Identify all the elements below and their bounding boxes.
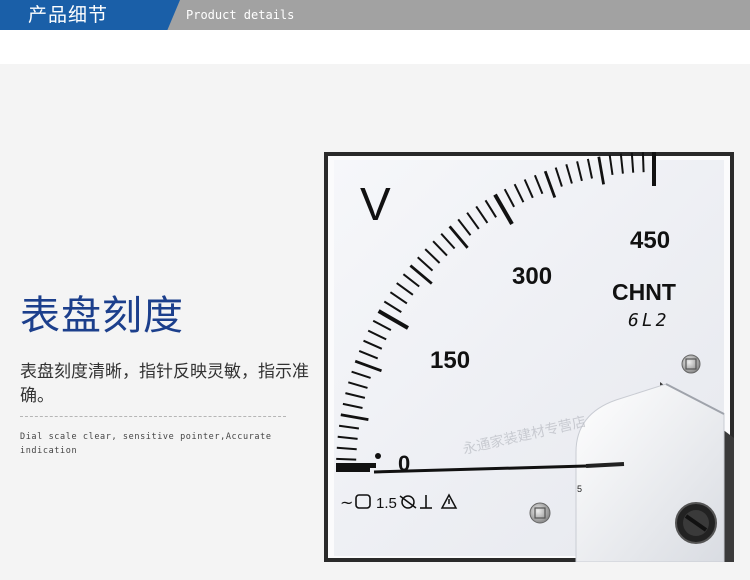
zero-mark xyxy=(336,463,376,468)
header-title-cn: 产品细节 xyxy=(28,4,109,26)
accuracy-class: 1.5 xyxy=(376,495,397,512)
screw-lower xyxy=(529,502,551,524)
divider xyxy=(20,416,286,417)
feature-description-cn: 表盘刻度清晰，指针反映灵敏，指示准确。 xyxy=(20,362,309,406)
voltmeter-svg: V 0 150 300 450 CHNT 6L2 5 ~ 1.5 永通家装建材专… xyxy=(324,152,734,562)
voltmeter-photo: V 0 150 300 450 CHNT 6L2 5 ~ 1.5 永通家装建材专… xyxy=(324,152,734,562)
feature-title: 表盘刻度 xyxy=(20,293,184,339)
scale-minor-tick xyxy=(630,152,635,173)
header-title-en: Product details xyxy=(186,8,295,22)
header-strip xyxy=(0,30,750,64)
screw-upper xyxy=(681,354,701,374)
unit-label: V xyxy=(360,178,391,230)
zero-dot xyxy=(375,453,381,459)
brand-logo: CHNT xyxy=(612,279,676,305)
zero-adjust-knob xyxy=(675,502,717,544)
ac-symbol: ~ xyxy=(340,493,353,512)
section-header: 产品细节 Product details xyxy=(0,0,750,30)
scale-label-300: 300 xyxy=(512,263,552,290)
scale-minor-tick xyxy=(336,446,357,451)
scale-minor-tick xyxy=(336,457,357,461)
feature-description-en: Dial scale clear, sensitive pointer,Accu… xyxy=(20,432,272,456)
small-mark-5: 5 xyxy=(577,484,582,494)
model-label: 6L2 xyxy=(628,310,670,331)
scale-label-450: 450 xyxy=(630,227,670,254)
scale-minor-tick xyxy=(641,152,645,173)
scale-label-150: 150 xyxy=(430,347,470,374)
